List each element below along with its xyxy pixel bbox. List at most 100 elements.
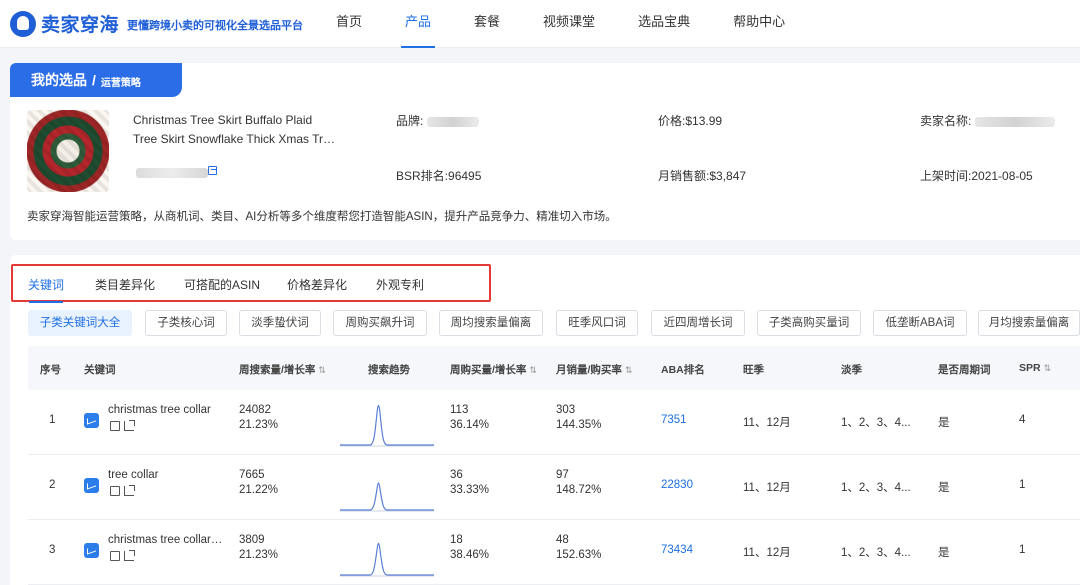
row-index: 1 (49, 414, 56, 426)
col-index: 序号 (40, 364, 61, 376)
col-aba-rank: ABA排名 (661, 364, 705, 376)
row-index: 2 (49, 479, 56, 491)
periodic-value: 是 (938, 417, 950, 429)
spr-value: 4 (1019, 414, 1026, 426)
search-trend-sparkline[interactable] (340, 463, 434, 513)
filter-weekly-search-deviation[interactable]: 周均搜索量偏离 (439, 310, 543, 336)
tab-category-diff[interactable]: 类目差异化 (95, 276, 155, 293)
filter-low-monopoly-aba[interactable]: 低垄断ABA词 (873, 310, 967, 336)
weekly-buy-cell: 36 33.33% (450, 469, 489, 496)
filter-four-week-growth[interactable]: 近四周增长词 (651, 310, 745, 336)
col-weekly-buy[interactable]: 周购买量/增长率 (450, 362, 537, 377)
off-season-value: 1、2、3、4... (841, 547, 911, 559)
weekly-search-cell: 24082 21.23% (239, 404, 278, 431)
product-title[interactable]: Christmas Tree Skirt Buffalo Plaid Tree … (133, 111, 348, 149)
purchase-rate: 144.35% (556, 419, 602, 431)
seller-field: 卖家名称: (920, 112, 1055, 129)
search-trend-sparkline[interactable] (340, 528, 434, 578)
product-image[interactable] (27, 110, 109, 192)
nav-selection-guide[interactable]: 选品宝典 (638, 0, 690, 48)
aba-rank-link[interactable]: 73434 (661, 544, 693, 556)
search-trend-sparkline[interactable] (340, 398, 434, 448)
col-search-trend: 搜索趋势 (368, 364, 410, 376)
breadcrumb: 我的选品 / 运营策略 (10, 63, 182, 97)
breadcrumb-main[interactable]: 我的选品 (31, 70, 87, 90)
periodic-value: 是 (938, 482, 950, 494)
weekly-buy-cell: 18 38.46% (450, 534, 489, 561)
table-row: 3 christmas tree collar… 3809 21.23% 18 … (28, 520, 1080, 585)
listed-date-label: 上架时间: (920, 169, 972, 183)
open-link-icon[interactable] (124, 420, 135, 431)
listed-date-field: 上架时间:2021-08-05 (920, 167, 1033, 184)
strategy-tabs: 关键词 类目差异化 可搭配的ASIN 价格差异化 外观专利 (11, 264, 491, 303)
tab-keywords[interactable]: 关键词 (28, 276, 64, 293)
peak-season-value: 11、12月 (743, 547, 791, 559)
price-label: 价格: (658, 114, 686, 128)
monthly-sales-field: 月销售额:$3,847 (658, 167, 746, 184)
weekly-search-cell: 7665 21.22% (239, 469, 278, 496)
filter-peak-season-trend[interactable]: 旺季风口词 (556, 310, 638, 336)
purchase-rate: 152.63% (556, 549, 602, 561)
weekly-search-value: 7665 (239, 469, 265, 481)
nav-home[interactable]: 首页 (336, 0, 362, 48)
copy-keyword-icon[interactable] (110, 551, 120, 561)
filter-all-subcategory-keywords[interactable]: 子类关键词大全 (28, 310, 132, 336)
open-link-icon[interactable] (124, 550, 135, 561)
aba-rank-link[interactable]: 7351 (661, 414, 687, 426)
monthly-sales-value: $3,847 (709, 169, 747, 183)
table-row: 2 tree collar 7665 21.22% 36 33.33% 97 1… (28, 455, 1080, 520)
top-navigation-bar: 卖家穿海 更懂跨境小卖的可视化全景选品平台 首页 产品 套餐 视频课堂 选品宝典… (0, 0, 1080, 48)
nav-help-center[interactable]: 帮助中心 (733, 0, 785, 48)
nav-plans[interactable]: 套餐 (474, 0, 500, 48)
weekly-buy-value: 18 (450, 534, 463, 546)
keyword-chart-icon[interactable] (84, 478, 99, 493)
monthly-sales-cell: 97 148.72% (556, 469, 601, 496)
keyword-chart-icon[interactable] (84, 543, 99, 558)
tab-price-diff[interactable]: 价格差异化 (287, 276, 347, 293)
nav-video-class[interactable]: 视频课堂 (543, 0, 595, 48)
purchase-rate: 148.72% (556, 484, 602, 496)
filter-weekly-buy-surge[interactable]: 周购买飙升词 (333, 310, 427, 336)
keyword-chart-icon[interactable] (84, 413, 99, 428)
col-spr[interactable]: SPR (1019, 362, 1051, 374)
table-row: 1 christmas tree collar 24082 21.23% 113… (28, 390, 1080, 455)
tab-matching-asin[interactable]: 可搭配的ASIN (184, 276, 260, 293)
bsr-label: BSR排名: (396, 169, 449, 183)
keyword-text[interactable]: christmas tree collar… (108, 534, 222, 546)
product-title-line1: Christmas Tree Skirt Buffalo Plaid (133, 113, 313, 127)
weekly-buy-value: 36 (450, 469, 463, 481)
logo[interactable]: 卖家穿海 更懂跨境小卖的可视化全景选品平台 (10, 10, 303, 37)
copy-keyword-icon[interactable] (110, 421, 120, 431)
off-season-value: 1、2、3、4... (841, 482, 911, 494)
nav-products[interactable]: 产品 (401, 0, 436, 48)
peak-season-value: 11、12月 (743, 482, 791, 494)
keyword-actions (110, 420, 135, 431)
logo-slogan: 更懂跨境小卖的可视化全景选品平台 (127, 20, 304, 32)
col-monthly-sales[interactable]: 月销量/购买率 (556, 362, 632, 377)
copy-keyword-icon[interactable] (110, 486, 120, 496)
monthly-sales-value: 97 (556, 469, 569, 481)
copy-asin-icon[interactable] (208, 166, 217, 175)
asin-blurred (136, 168, 208, 178)
weekly-search-rate: 21.22% (239, 484, 279, 496)
keyword-text[interactable]: christmas tree collar (108, 404, 211, 416)
col-weekly-search[interactable]: 周搜索量/增长率 (239, 362, 326, 377)
price-value: $13.99 (685, 114, 723, 128)
table-header: 序号 关键词 周搜索量/增长率 搜索趋势 周购买量/增长率 月销量/购买率 AB… (28, 346, 1080, 390)
open-link-icon[interactable] (124, 485, 135, 496)
aba-rank-link[interactable]: 22830 (661, 479, 693, 491)
logo-name: 卖家穿海 (41, 15, 120, 36)
seller-label: 卖家名称: (920, 114, 972, 128)
tab-design-patent[interactable]: 外观专利 (376, 276, 424, 293)
keyword-text[interactable]: tree collar (108, 469, 159, 481)
filter-high-purchase-volume[interactable]: 子类高购买量词 (757, 310, 861, 336)
seller-value-blurred (974, 116, 1055, 127)
filter-monthly-search-deviation[interactable]: 月均搜索量偏离 (978, 310, 1080, 336)
filter-subcategory-core[interactable]: 子类核心词 (145, 310, 227, 336)
brand-field: 品牌: (396, 112, 479, 129)
product-title-line2: Tree Skirt Snowflake Thick Xmas Tr… (133, 132, 336, 146)
weekly-buy-rate: 33.33% (450, 484, 490, 496)
product-card: 我的选品 / 运营策略 Christmas Tree Skirt Buffalo… (10, 63, 1080, 240)
filter-offseason-dormant[interactable]: 淡季蛰伏词 (239, 310, 321, 336)
active-tab-indicator (29, 301, 63, 303)
